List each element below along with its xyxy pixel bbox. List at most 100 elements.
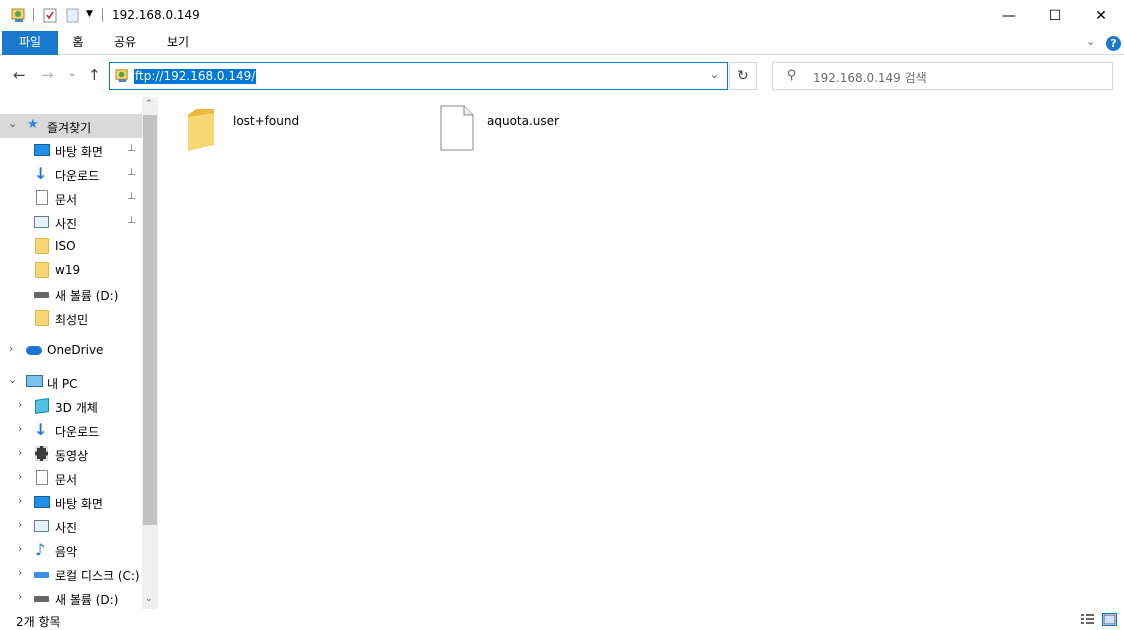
ftp-app-icon[interactable] bbox=[11, 7, 27, 26]
expand-ribbon-icon[interactable]: ⌄ bbox=[1086, 35, 1095, 48]
expand-icon[interactable]: › bbox=[18, 590, 22, 603]
expand-icon[interactable]: › bbox=[18, 470, 22, 483]
nav-item-desktop[interactable]: 바탕 화면 ⊥ bbox=[0, 138, 142, 162]
download-icon: ↓ bbox=[34, 164, 48, 183]
expand-icon[interactable]: › bbox=[9, 342, 13, 355]
nav-item-music[interactable]: › ♪ 음악 bbox=[0, 538, 142, 562]
nav-item-downloads[interactable]: ↓ 다운로드 ⊥ bbox=[0, 162, 142, 186]
nav-item-onedrive[interactable]: › OneDrive bbox=[0, 338, 142, 362]
forward-button[interactable]: → bbox=[41, 66, 54, 84]
expand-icon[interactable]: › bbox=[18, 422, 22, 435]
document-icon bbox=[36, 190, 48, 205]
properties-icon[interactable] bbox=[42, 7, 58, 26]
file-item-folder[interactable]: lost+found bbox=[186, 105, 299, 154]
nav-item-quick-access[interactable]: ⌄ ★ 즐겨찾기 bbox=[0, 114, 142, 138]
nav-item-pc-pictures[interactable]: › 사진 bbox=[0, 514, 142, 538]
tab-file[interactable]: 파일 bbox=[2, 31, 58, 55]
address-path[interactable]: ftp://192.168.0.149/ bbox=[134, 69, 257, 84]
collapse-icon[interactable]: ⌄ bbox=[8, 373, 17, 386]
nav-label: 다운로드 bbox=[55, 169, 100, 183]
expand-icon[interactable]: › bbox=[18, 494, 22, 507]
close-button[interactable]: ✕ bbox=[1078, 0, 1124, 31]
file-item-document[interactable]: aquota.user bbox=[440, 105, 559, 154]
details-view-icon[interactable] bbox=[1081, 614, 1094, 625]
expand-icon[interactable]: › bbox=[18, 566, 22, 579]
nav-item-iso[interactable]: ISO bbox=[0, 234, 142, 258]
large-icons-view-icon[interactable] bbox=[1102, 613, 1117, 626]
tab-home[interactable]: 홈 bbox=[66, 31, 90, 55]
divider bbox=[33, 8, 34, 22]
desktop-icon bbox=[34, 496, 50, 508]
refresh-button[interactable]: ↻ bbox=[729, 62, 757, 90]
back-button[interactable]: ← bbox=[13, 66, 26, 84]
address-dropdown-button[interactable]: ⌄ bbox=[710, 68, 719, 81]
maximize-button[interactable]: ☐ bbox=[1032, 0, 1078, 31]
film-icon bbox=[35, 446, 48, 461]
new-folder-icon[interactable] bbox=[64, 7, 80, 26]
nav-label: 3D 개체 bbox=[55, 401, 98, 415]
nav-label: 문서 bbox=[55, 473, 78, 487]
window-title: 192.168.0.149 bbox=[112, 8, 200, 22]
pin-icon: ⊥ bbox=[127, 191, 136, 202]
navigation-pane: ⌄ ★ 즐겨찾기 바탕 화면 ⊥ ↓ 다운로드 ⊥ 문서 ⊥ 사진 ⊥ ISO … bbox=[0, 97, 158, 609]
scroll-up-arrow-icon[interactable]: ⌃ bbox=[145, 99, 153, 109]
nav-item-pictures[interactable]: 사진 ⊥ bbox=[0, 210, 142, 234]
customize-toolbar-icon[interactable]: ▼ bbox=[86, 9, 93, 19]
nav-label: 바탕 화면 bbox=[55, 497, 103, 511]
nav-label: 사진 bbox=[55, 521, 78, 535]
title-bar: ▼ 192.168.0.149 — ☐ ✕ bbox=[0, 0, 1124, 31]
nav-item-user-folder[interactable]: 최성민 bbox=[0, 306, 142, 330]
nav-item-pc-downloads[interactable]: › ↓ 다운로드 bbox=[0, 418, 142, 442]
ribbon-tabs: 파일 홈 공유 보기 ⌄ ? bbox=[0, 31, 1124, 55]
document-icon bbox=[36, 470, 48, 485]
scroll-down-arrow-icon[interactable]: ⌄ bbox=[145, 594, 153, 604]
expand-icon[interactable]: › bbox=[18, 542, 22, 555]
expand-icon[interactable]: › bbox=[18, 398, 22, 411]
folder-icon bbox=[188, 109, 214, 151]
nav-item-local-disk-c[interactable]: › 로컬 디스크 (C:) bbox=[0, 562, 142, 586]
nav-label: 문서 bbox=[55, 193, 78, 207]
nav-item-3d-objects[interactable]: › 3D 개체 bbox=[0, 394, 142, 418]
nav-item-this-pc[interactable]: ⌄ 내 PC bbox=[0, 370, 142, 394]
minimize-button[interactable]: — bbox=[986, 0, 1032, 31]
search-input[interactable]: ⚲ 192.168.0.149 검색 bbox=[772, 62, 1113, 90]
nav-item-w19[interactable]: w19 bbox=[0, 258, 142, 282]
up-button[interactable]: ↑ bbox=[88, 66, 101, 84]
folder-icon bbox=[35, 310, 49, 326]
nav-item-videos[interactable]: › 동영상 bbox=[0, 442, 142, 466]
pin-icon: ⊥ bbox=[127, 143, 136, 154]
nav-label: 새 볼륨 (D:) bbox=[55, 289, 119, 303]
desktop-icon bbox=[34, 144, 50, 156]
nav-label: 내 PC bbox=[47, 377, 78, 391]
pin-icon: ⊥ bbox=[127, 215, 136, 226]
drive-icon bbox=[34, 596, 49, 602]
tab-share[interactable]: 공유 bbox=[110, 31, 140, 55]
pictures-icon bbox=[34, 216, 49, 228]
nav-label: 새 볼륨 (D:) bbox=[55, 593, 119, 607]
nav-item-pc-desktop[interactable]: › 바탕 화면 bbox=[0, 490, 142, 514]
help-icon[interactable]: ? bbox=[1106, 36, 1121, 51]
recent-locations-button[interactable]: ⌄ bbox=[68, 68, 76, 79]
cloud-icon bbox=[26, 346, 42, 355]
nav-item-pc-documents[interactable]: › 문서 bbox=[0, 466, 142, 490]
search-icon: ⚲ bbox=[787, 68, 797, 83]
tab-view[interactable]: 보기 bbox=[162, 31, 194, 55]
address-bar[interactable]: ftp://192.168.0.149/ ⌄ bbox=[109, 62, 728, 90]
nav-label: 사진 bbox=[55, 217, 78, 231]
nav-label: 다운로드 bbox=[55, 425, 100, 439]
nav-scrollbar[interactable]: ⌃ ⌄ bbox=[142, 97, 158, 609]
nav-item-volume-d[interactable]: 새 볼륨 (D:) bbox=[0, 282, 142, 306]
scrollbar-thumb[interactable] bbox=[143, 115, 157, 525]
expand-icon[interactable]: › bbox=[18, 518, 22, 531]
collapse-icon[interactable]: ⌄ bbox=[8, 117, 17, 130]
nav-label: w19 bbox=[55, 263, 81, 277]
drive-icon bbox=[34, 292, 49, 298]
address-row: ← → ⌄ ↑ ftp://192.168.0.149/ ⌄ ↻ ⚲ 192.1… bbox=[0, 56, 1124, 96]
nav-item-documents[interactable]: 문서 ⊥ bbox=[0, 186, 142, 210]
nav-item-pc-volume-d[interactable]: › 새 볼륨 (D:) bbox=[0, 586, 142, 609]
expand-icon[interactable]: › bbox=[18, 446, 22, 459]
item-count: 2개 항목 bbox=[16, 615, 61, 629]
windows-drive-icon bbox=[34, 572, 49, 578]
file-name: lost+found bbox=[233, 114, 300, 128]
nav-label: 동영상 bbox=[55, 449, 89, 463]
